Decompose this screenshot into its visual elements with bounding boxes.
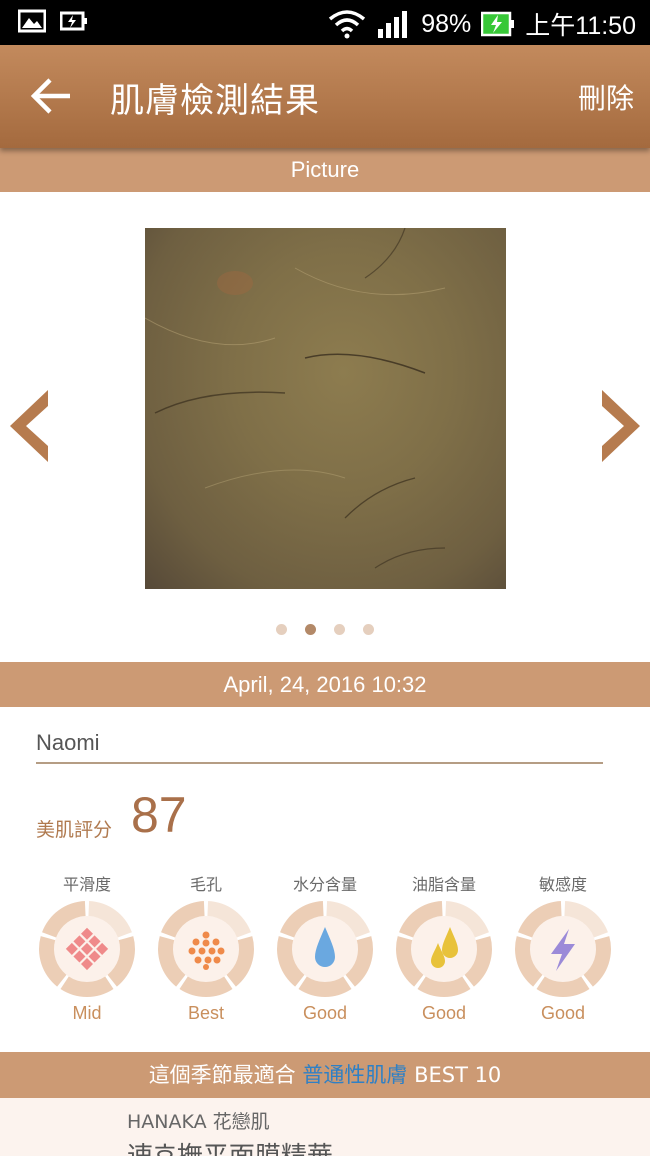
next-image-arrow-icon[interactable]: [600, 388, 644, 464]
metric-value: Good: [540, 1003, 586, 1023]
metric-value: Mid: [72, 1003, 102, 1023]
metric-pores[interactable]: 毛孔 Best: [151, 872, 261, 1024]
status-bar: 98% 上午11:50: [0, 0, 650, 45]
user-name-field[interactable]: Naomi: [36, 730, 603, 764]
metric-smoothness[interactable]: 平滑度 Mid: [32, 872, 142, 1024]
water-drop-icon: [315, 927, 335, 967]
clock: 上午11:50: [525, 12, 636, 40]
battery-icon: [481, 11, 515, 37]
battery-percent: 98%: [421, 9, 472, 38]
metric-ring: [156, 899, 256, 999]
metric-title: 平滑度: [62, 875, 111, 894]
back-arrow-icon[interactable]: [26, 75, 76, 117]
lightning-icon: [551, 929, 575, 971]
page-title: 肌膚檢測結果: [110, 81, 320, 121]
scan-timestamp: April, 24, 2016 10:32: [0, 662, 650, 707]
metric-ring: [275, 899, 375, 999]
metric-ring: [37, 899, 137, 999]
metric-ring: [394, 899, 494, 999]
metric-title: 敏感度: [538, 875, 587, 894]
metric-sensitivity[interactable]: 敏感度 Good: [508, 872, 618, 1024]
battery-charging-notification-icon: [60, 11, 87, 31]
carousel-page-indicator: [276, 624, 374, 635]
metric-title: 油脂含量: [411, 875, 476, 894]
picture-section-header: Picture: [0, 148, 650, 192]
metric-moisture[interactable]: 水分含量 Good: [270, 872, 380, 1024]
metric-ring: [513, 899, 613, 999]
metric-oil[interactable]: 油脂含量 Good: [389, 872, 499, 1024]
product-name: 速효撫平面膜精華: [127, 1136, 333, 1156]
image-notification-icon: [18, 9, 46, 33]
grid-diamond-icon: [65, 927, 109, 971]
metric-value: Good: [421, 1003, 467, 1023]
delete-button[interactable]: 刪除: [578, 77, 634, 117]
recommendation-header: 這個季節最適合 普通性肌膚 BEST 10: [0, 1052, 650, 1098]
skin-scan-image: [145, 228, 506, 589]
carousel-dot[interactable]: [276, 624, 287, 635]
signal-icon: [378, 11, 408, 38]
skin-type-link[interactable]: 普通性肌膚: [302, 1063, 407, 1087]
oil-drops-icon: [431, 927, 458, 968]
score-value: 87: [131, 787, 187, 843]
metric-value: Best: [187, 1003, 225, 1023]
carousel-dot[interactable]: [334, 624, 345, 635]
metric-value: Good: [302, 1003, 348, 1023]
metric-title: 水分含量: [292, 875, 357, 894]
carousel-dot[interactable]: [305, 624, 316, 635]
product-brand: HANAKA 花戀肌: [127, 1111, 270, 1133]
previous-image-arrow-icon[interactable]: [6, 388, 50, 464]
product-list-item[interactable]: HANAKA 花戀肌 速효撫平面膜精華: [0, 1098, 650, 1156]
metric-title: 毛孔: [189, 875, 222, 894]
recommendation-prefix: 這個季節最適合: [148, 1063, 296, 1087]
carousel-dot[interactable]: [363, 624, 374, 635]
score-label: 美肌評分: [36, 819, 113, 841]
app-bar: 肌膚檢測結果 刪除: [0, 45, 650, 148]
recommendation-suffix: BEST 10: [414, 1063, 502, 1087]
pores-dots-icon: [188, 931, 225, 970]
wifi-icon: [329, 10, 366, 39]
